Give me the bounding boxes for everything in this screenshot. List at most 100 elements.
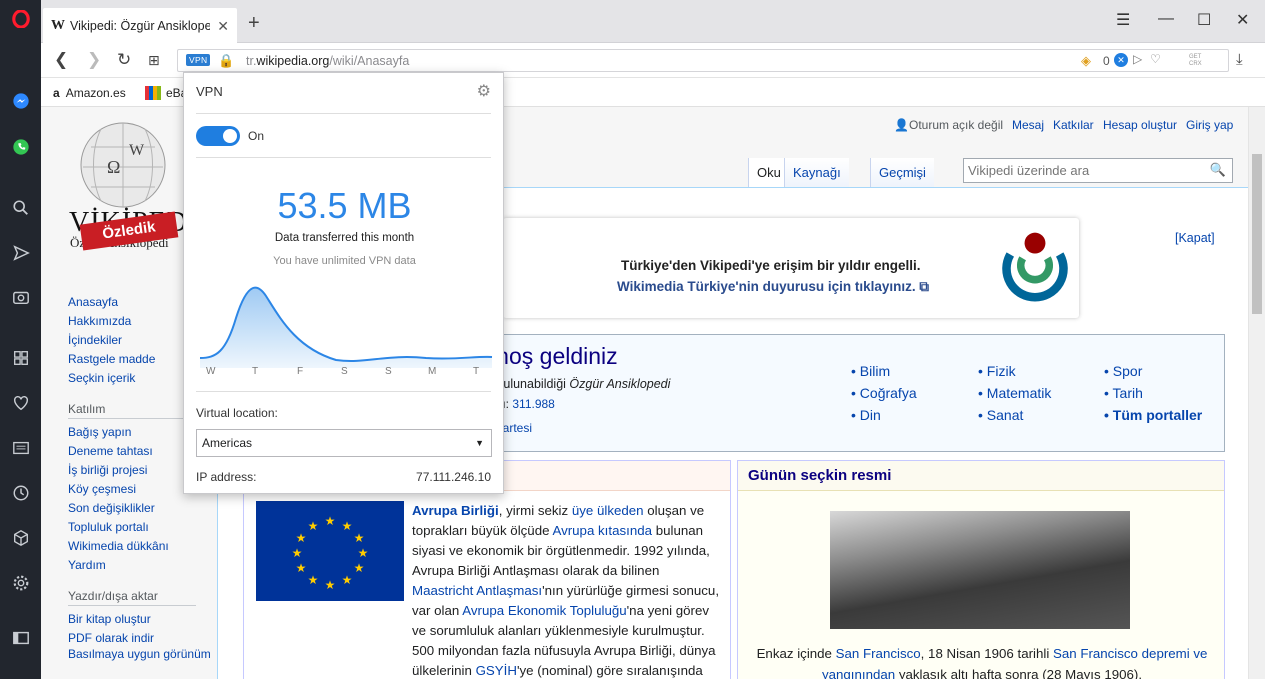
- reload-icon[interactable]: ↻: [117, 50, 131, 70]
- link-login[interactable]: Giriş yap: [1186, 118, 1233, 132]
- portal-all[interactable]: • Tüm portaller: [1104, 407, 1202, 423]
- day-label: T: [473, 366, 480, 377]
- history-icon[interactable]: [10, 482, 31, 503]
- adblock-count[interactable]: 0: [1103, 54, 1110, 68]
- heart-icon[interactable]: [10, 392, 31, 413]
- nav-community-portal[interactable]: Topluluk portalı: [68, 518, 218, 537]
- svg-text:★: ★: [296, 561, 307, 575]
- link-san-francisco[interactable]: San Francisco: [836, 646, 921, 661]
- portal-art[interactable]: • Sanat: [978, 407, 1023, 423]
- extensions-icon[interactable]: [10, 527, 31, 548]
- svg-text:★: ★: [308, 519, 319, 533]
- link-maastricht[interactable]: Maastricht Antlaşması: [412, 583, 542, 598]
- back-icon[interactable]: ❮: [54, 50, 68, 70]
- sidebar-toggle-icon[interactable]: [10, 627, 31, 648]
- opera-logo-icon[interactable]: [10, 8, 31, 29]
- link-eec[interactable]: Avrupa Ekonomik Topluluğu: [462, 603, 626, 618]
- maximize-icon[interactable]: ☐: [1197, 10, 1211, 30]
- close-tab-icon[interactable]: ✕: [217, 18, 229, 35]
- snap-send-icon[interactable]: ▷: [1133, 52, 1142, 66]
- nav-download-pdf[interactable]: PDF olarak indir: [68, 629, 218, 648]
- banner-link[interactable]: Wikimedia Türkiye'nin duyurusu için tıkl…: [617, 279, 929, 295]
- magnifier-icon[interactable]: 🔍: [1210, 162, 1226, 178]
- nav-help[interactable]: Yardım: [68, 556, 218, 575]
- page-scrollbar[interactable]: [1248, 107, 1265, 679]
- featured-title-link[interactable]: Avrupa Birliği: [412, 503, 499, 518]
- nav-printable[interactable]: Basılmaya uygun görünüm: [68, 648, 218, 661]
- user-icon: 👤: [894, 118, 909, 132]
- search-icon[interactable]: [10, 197, 31, 218]
- link-talk[interactable]: Mesaj: [1012, 118, 1044, 132]
- location-select[interactable]: Americas ▼: [196, 429, 492, 457]
- potd-caption: Enkaz içinde San Francisco, 18 Nisan 190…: [744, 643, 1220, 679]
- portal-math[interactable]: • Matematik: [978, 385, 1051, 401]
- ip-value: 77.111.246.10: [416, 470, 491, 484]
- getcrx-icon[interactable]: GET CRX: [1189, 54, 1209, 68]
- vpn-badge[interactable]: VPN: [186, 54, 211, 66]
- link-member-states[interactable]: üye ülkeden: [572, 503, 644, 518]
- news-icon[interactable]: [10, 437, 31, 458]
- cube-icon[interactable]: ◈: [1081, 53, 1091, 69]
- amazon-icon: a: [53, 86, 60, 100]
- wiki-search-input[interactable]: [964, 159, 1204, 181]
- bookmark-amazon[interactable]: a Amazon.es: [53, 86, 126, 100]
- wiki-search-box[interactable]: 🔍: [963, 158, 1233, 183]
- nav-create-book[interactable]: Bir kitap oluştur: [68, 610, 218, 629]
- article-count-link[interactable]: 311.988: [512, 397, 555, 411]
- opera-sidebar: [0, 0, 41, 679]
- scrollbar-thumb[interactable]: [1252, 154, 1262, 314]
- vpn-toggle[interactable]: [196, 126, 240, 146]
- camera-icon[interactable]: [10, 286, 31, 307]
- svg-text:★: ★: [342, 519, 353, 533]
- lock-icon[interactable]: 🔒: [218, 53, 234, 69]
- svg-text:Ω: Ω: [107, 157, 120, 177]
- tab-view-source[interactable]: Kaynağı gör: [784, 158, 849, 210]
- minimize-icon[interactable]: —: [1158, 10, 1174, 28]
- link-gdp[interactable]: GSYİH: [476, 663, 517, 678]
- whatsapp-icon[interactable]: [10, 136, 31, 157]
- link-create-account[interactable]: Hesap oluştur: [1103, 118, 1177, 132]
- close-window-icon[interactable]: ✕: [1236, 10, 1249, 30]
- puzzle-globe-icon: ΩW: [80, 122, 166, 208]
- data-label: Data transferred this month: [274, 232, 415, 244]
- usage-chart: [199, 286, 493, 368]
- nav-shop[interactable]: Wikimedia dükkânı: [68, 537, 218, 556]
- forward-icon[interactable]: ❯: [87, 50, 101, 70]
- svg-text:★: ★: [325, 514, 336, 528]
- tab-history[interactable]: Geçmişi gör: [870, 158, 934, 210]
- link-contributions[interactable]: Katkılar: [1053, 118, 1094, 132]
- bookmark-heart-icon[interactable]: ♡: [1150, 52, 1161, 66]
- tab-read[interactable]: Oku: [748, 158, 789, 188]
- divider: [196, 113, 491, 114]
- link-continent[interactable]: Avrupa kıtasında: [552, 523, 652, 538]
- tab-wikipedia[interactable]: W Vikipedi: Özgür Ansiklopedi ✕: [43, 8, 237, 43]
- portal-history[interactable]: • Tarih: [1104, 385, 1143, 401]
- download-icon[interactable]: ⤓: [1236, 51, 1243, 68]
- nav-recent-changes[interactable]: Son değişiklikler: [68, 499, 218, 518]
- vpn-settings-gear-icon[interactable]: ⚙: [477, 81, 491, 101]
- unlimited-note: You have unlimited VPN data: [273, 255, 416, 267]
- portal-sport[interactable]: • Spor: [1104, 363, 1142, 379]
- portal-science[interactable]: • Bilim: [851, 363, 890, 379]
- divider: [196, 391, 491, 392]
- url-text[interactable]: tr.wikipedia.org/wiki/Anasayfa: [246, 54, 409, 68]
- banner-close-link[interactable]: [Kapat]: [1175, 231, 1215, 245]
- potd-image[interactable]: [830, 511, 1130, 629]
- url-field[interactable]: VPN 🔒 tr.wikipedia.org/wiki/Anasayfa ◈ 0…: [177, 49, 1229, 72]
- new-tab-plus-icon[interactable]: +: [248, 12, 260, 35]
- day-label: S: [341, 366, 348, 377]
- tab-grid-icon[interactable]: ⊞: [148, 52, 160, 69]
- messenger-icon[interactable]: [10, 90, 31, 111]
- settings-gear-icon[interactable]: [10, 572, 31, 593]
- tab-menu-icon[interactable]: ☰: [1116, 10, 1130, 30]
- speed-dial-icon[interactable]: [10, 347, 31, 368]
- day-label: S: [385, 366, 392, 377]
- adblock-icon[interactable]: ✕: [1114, 53, 1128, 67]
- nav-heading-participation: Katılım: [68, 402, 196, 419]
- send-icon[interactable]: [10, 242, 31, 263]
- portal-religion[interactable]: • Din: [851, 407, 881, 423]
- eu-flag: ★ ★ ★ ★ ★ ★ ★ ★ ★ ★ ★ ★: [256, 501, 404, 601]
- wikimedia-logo-icon: [1002, 232, 1068, 302]
- portal-physics[interactable]: • Fizik: [978, 363, 1016, 379]
- portal-geography[interactable]: • Coğrafya: [851, 385, 917, 401]
